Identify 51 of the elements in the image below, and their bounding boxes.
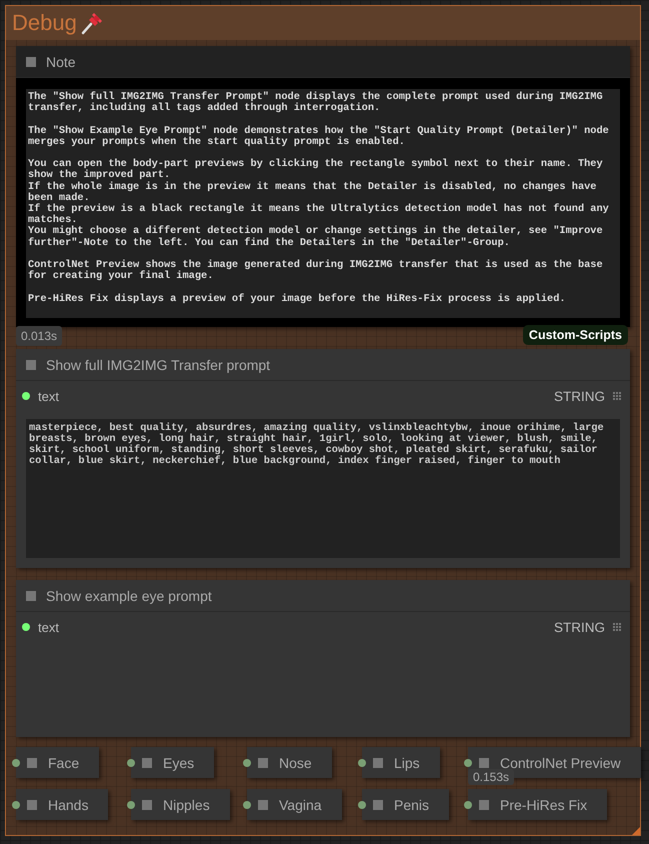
node-title: Vagina <box>279 796 322 812</box>
collapse-icon[interactable] <box>26 360 36 370</box>
node-source-badge: Custom-Scripts <box>522 325 628 345</box>
collapse-icon[interactable] <box>479 800 489 810</box>
input-socket-icon[interactable] <box>127 759 135 767</box>
input-socket-icon[interactable] <box>243 801 251 809</box>
input-socket-icon[interactable] <box>358 759 366 767</box>
resize-handle-icon[interactable] <box>632 827 640 835</box>
collapse-icon[interactable] <box>26 590 36 600</box>
collapse-icon[interactable] <box>26 56 36 66</box>
collapse-icon[interactable] <box>27 758 37 768</box>
execution-time: 0.013s <box>16 326 62 346</box>
node-title: Lips <box>394 754 420 770</box>
collapse-icon[interactable] <box>373 800 383 810</box>
collapse-icon[interactable] <box>258 758 268 768</box>
input-socket-icon[interactable] <box>464 801 472 809</box>
node-title: ControlNet Preview <box>500 754 621 770</box>
input-socket-icon[interactable] <box>12 801 20 809</box>
input-socket-icon[interactable] <box>358 801 366 809</box>
node-title: Penis <box>394 796 430 812</box>
node-title: Pre-HiRes Fix <box>500 796 588 812</box>
node-title: Note <box>46 54 76 70</box>
collapse-icon[interactable] <box>258 800 268 810</box>
output-type: STRING <box>554 620 605 634</box>
note-text[interactable]: The "Show full IMG2IMG Transfer Prompt" node displays the complete prompt used during IMG2IMG transfer, including all tags added through interrogation. The "Show Example Eye Prompt" node demonstrates how the "Start Quality Prompt (Detailer)" node merges your prompts when the start quality prompt is enabled. You can open the body-part previews by clicking the rectangle symbol next to their name. They show the improved part. If the whole image is in the preview it means that the Detailer is disabled, no changes have been made. If the preview is a black rectangle it means the Ultralytics detection model has not found any matches. You might choose a different detection model or change settings in the detailer, see "Improve further"-Note to the left. You can find the Detailers in the "Detailer"-Group. ControlNet Preview shows the image generated during IMG2IMG transfer that is used as the base for creating your final image. Pre-HiRes Fix displays a preview of your image before the HiRes-Fix process is applied. <box>26 89 620 318</box>
input-socket-icon[interactable] <box>12 759 20 767</box>
group-title: Debug <box>12 10 77 36</box>
grid-icon <box>613 392 622 400</box>
collapse-icon[interactable] <box>27 800 37 810</box>
input-socket-icon[interactable] <box>464 759 472 767</box>
execution-time: 0.153s <box>468 769 514 785</box>
output-socket-icon[interactable] <box>22 392 30 400</box>
collapse-icon[interactable] <box>479 758 489 768</box>
input-socket-icon[interactable] <box>243 759 251 767</box>
output-socket-icon[interactable] <box>22 623 30 631</box>
input-socket-icon[interactable] <box>127 801 135 809</box>
collapse-icon[interactable] <box>142 800 152 810</box>
collapse-icon[interactable] <box>142 758 152 768</box>
node-title: Hands <box>48 796 88 812</box>
output-name: text <box>38 620 60 634</box>
output-type: STRING <box>554 388 605 404</box>
text-field[interactable]: masterpiece, best quality, absurdres, amazing quality, vslinxbleachtybw, inoue orihime, large breasts, brown eyes, long hair, straight hair, 1girl, solo, looking at viewer, blush, smile, skirt, school uniform, standing, short sleeves, cowboy shot, pleated skirt, serafuku, sailor collar, blue skirt, neckerchief, blue background, index finger raised, finger to mouth <box>26 419 620 558</box>
collapse-icon[interactable] <box>373 758 383 768</box>
node-title: Face <box>48 754 80 770</box>
output-name: text <box>38 388 60 404</box>
node-title: Nose <box>279 754 312 770</box>
node-title: Nipples <box>163 796 210 812</box>
grid-icon <box>613 622 622 632</box>
node-title: Show example eye prompt <box>46 588 212 604</box>
node-title: Show full IMG2IMG Transfer prompt <box>46 356 270 372</box>
node-title: Eyes <box>163 754 194 770</box>
